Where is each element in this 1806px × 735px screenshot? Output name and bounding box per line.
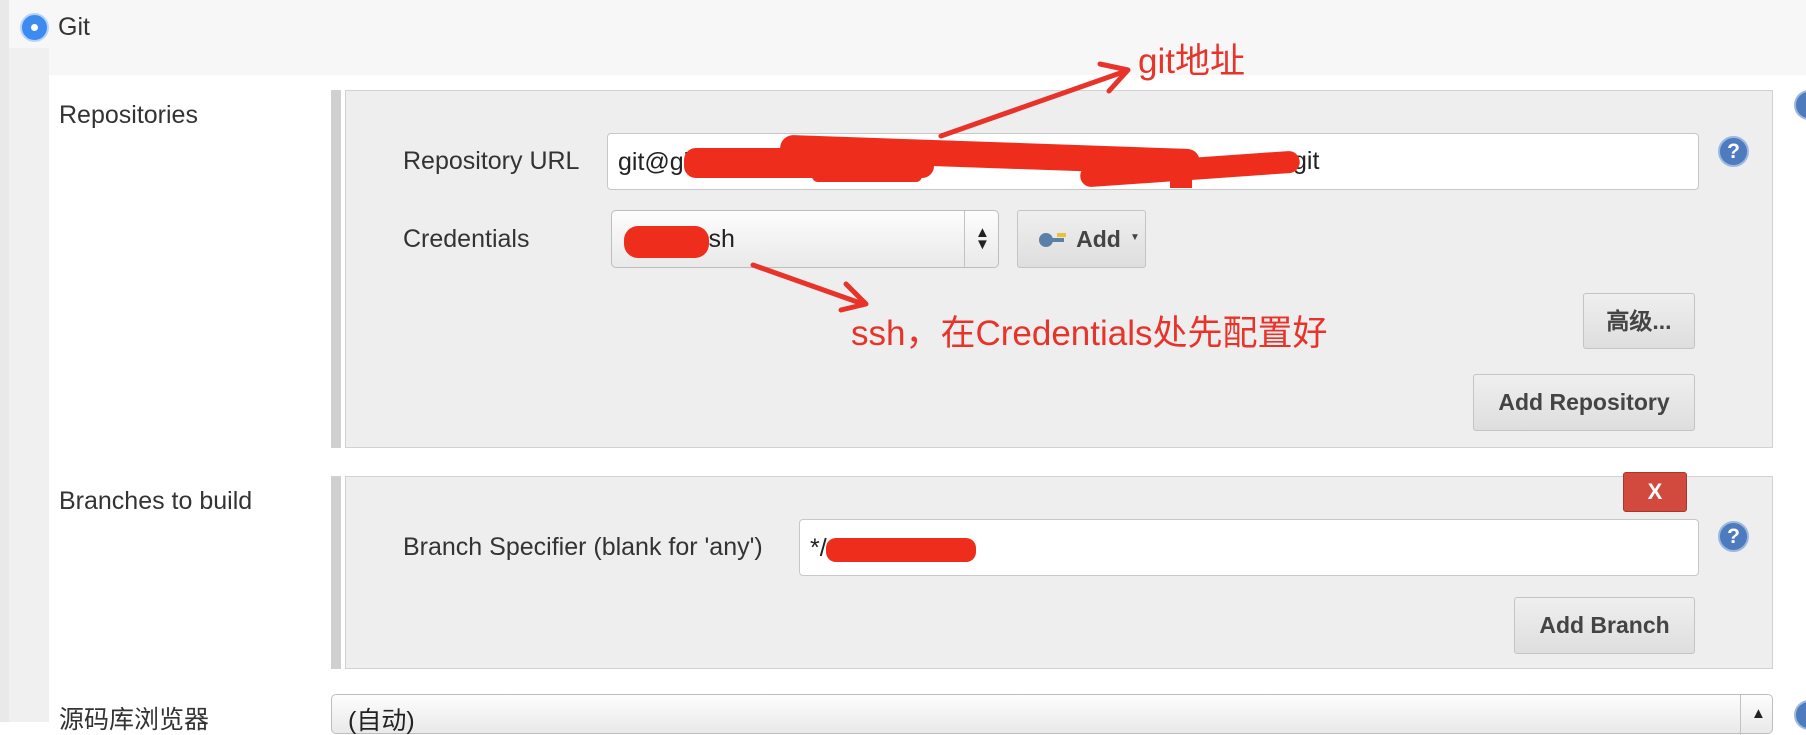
annotation-arrows <box>750 61 1131 313</box>
git-address-annotation: git地址 <box>1138 42 1245 81</box>
arrow-to-git-address <box>938 68 1129 139</box>
ssh-note-annotation: ssh，在Credentials处先配置好 <box>851 314 1328 353</box>
